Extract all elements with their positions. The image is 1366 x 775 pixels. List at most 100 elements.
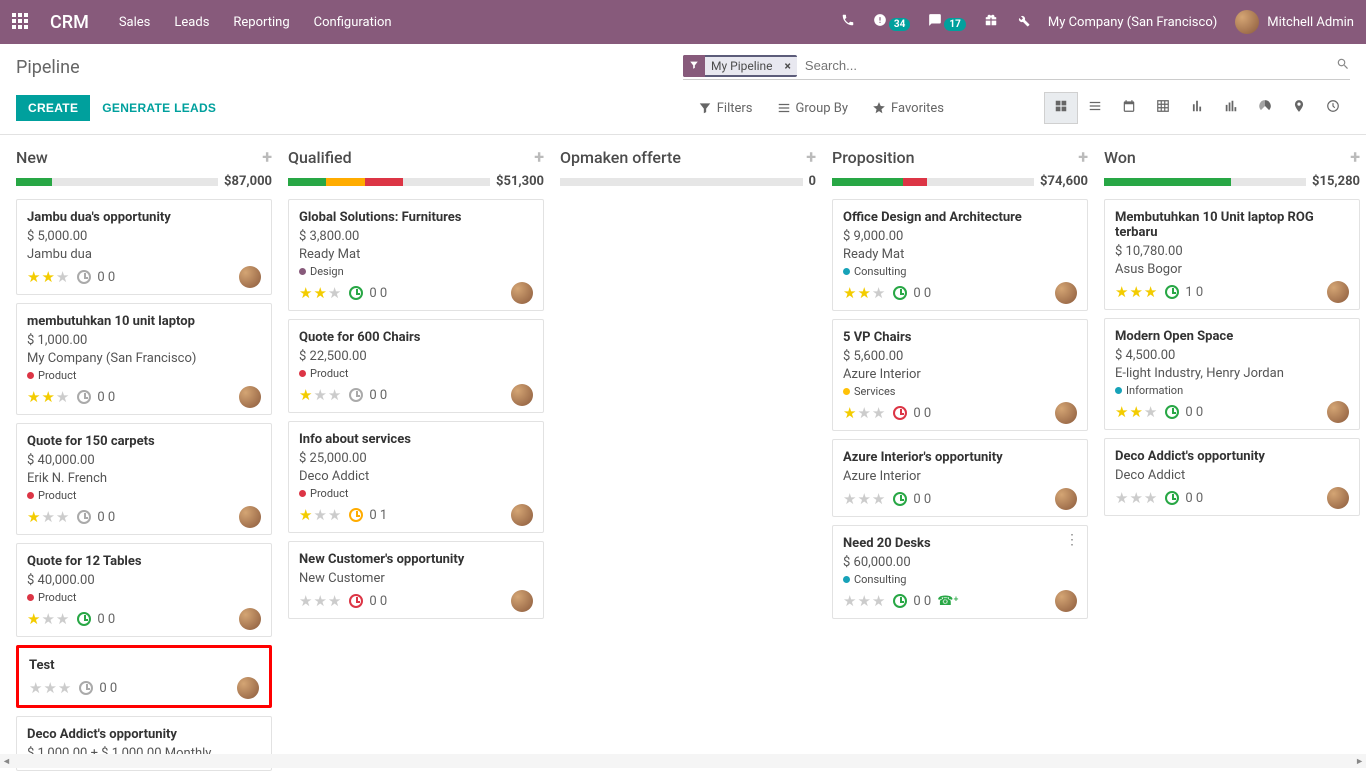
map-view-icon[interactable] [1282,92,1316,124]
kanban-card[interactable]: New Customer's opportunityNew Customer★★… [288,541,544,619]
activity-clock-icon[interactable] [349,594,363,608]
kanban-card[interactable]: ⋮Need 20 Desks$ 60,000.00Consulting★★★0 … [832,525,1088,619]
nav-item-configuration[interactable]: Configuration [314,15,392,30]
apps-icon[interactable] [12,13,30,31]
assignee-avatar-icon[interactable] [1327,487,1349,509]
assignee-avatar-icon[interactable] [1327,281,1349,303]
activity-clock-icon[interactable] [893,594,907,608]
nav-item-reporting[interactable]: Reporting [233,15,289,30]
kanban-card[interactable]: Deco Addict's opportunityDeco Addict★★★0… [1104,438,1360,516]
graph-view-icon[interactable] [1180,92,1214,124]
phone-add-icon[interactable]: ☎⁺ [937,594,958,609]
column-add-icon[interactable]: + [262,147,272,168]
assignee-avatar-icon[interactable] [1055,590,1077,612]
kanban-view-icon[interactable] [1044,92,1078,124]
cohort-view-icon[interactable] [1214,92,1248,124]
activity-clock-icon[interactable] [893,286,907,300]
activity-clock-icon[interactable] [349,286,363,300]
app-brand[interactable]: CRM [50,12,89,33]
priority-stars[interactable]: ★★★ [1115,403,1157,421]
priority-stars[interactable]: ★★★ [299,506,341,524]
priority-stars[interactable]: ★★★ [27,268,69,286]
column-add-icon[interactable]: + [534,147,544,168]
activity-clock-icon[interactable] [77,612,91,626]
activity-clock-icon[interactable] [79,681,93,695]
priority-stars[interactable]: ★★★ [843,592,885,610]
assignee-avatar-icon[interactable] [239,386,261,408]
activity-clock-icon[interactable] [893,406,907,420]
priority-stars[interactable]: ★★★ [1115,489,1157,507]
nav-item-leads[interactable]: Leads [174,15,209,30]
column-add-icon[interactable]: + [1078,147,1088,168]
assignee-avatar-icon[interactable] [239,506,261,528]
activity-icon[interactable]: 34 [873,13,910,31]
search-input[interactable] [797,54,1336,77]
assignee-avatar-icon[interactable] [1055,402,1077,424]
activity-clock-icon[interactable] [1165,285,1179,299]
list-view-icon[interactable] [1078,92,1112,124]
priority-stars[interactable]: ★★★ [843,284,885,302]
kanban-card[interactable]: Office Design and Architecture$ 9,000.00… [832,199,1088,311]
assignee-avatar-icon[interactable] [511,282,533,304]
kanban-card[interactable]: membutuhkan 10 unit laptop$ 1,000.00My C… [16,303,272,415]
activity-clock-icon[interactable] [349,388,363,402]
priority-stars[interactable]: ★★★ [27,610,69,628]
column-title[interactable]: Won [1104,148,1136,167]
kanban-card[interactable]: 5 VP Chairs$ 5,600.00Azure InteriorServi… [832,319,1088,431]
column-title[interactable]: Opmaken offerte [560,148,681,167]
assignee-avatar-icon[interactable] [1055,488,1077,510]
filters-dropdown[interactable]: Filters [698,101,753,116]
kanban-card[interactable]: Modern Open Space$ 4,500.00E-light Indus… [1104,318,1360,430]
column-title[interactable]: New [16,148,48,167]
search-icon[interactable] [1336,57,1350,75]
dashboard-view-icon[interactable] [1248,92,1282,124]
column-progress-bar[interactable] [16,178,218,186]
facet-remove[interactable]: × [779,57,797,75]
column-title[interactable]: Qualified [288,148,352,167]
kanban-card[interactable]: Quote for 12 Tables$ 40,000.00Product★★★… [16,543,272,637]
calendar-view-icon[interactable] [1112,92,1146,124]
activity-clock-icon[interactable] [1165,491,1179,505]
kanban-card[interactable]: Global Solutions: Furnitures$ 3,800.00Re… [288,199,544,311]
activity-clock-icon[interactable] [349,508,363,522]
company-selector[interactable]: My Company (San Francisco) [1048,15,1217,30]
card-menu-icon[interactable]: ⋮ [1065,532,1079,548]
kanban-card[interactable]: Quote for 600 Chairs$ 22,500.00Product★★… [288,319,544,413]
groupby-dropdown[interactable]: Group By [777,101,849,116]
kanban-card[interactable]: Azure Interior's opportunityAzure Interi… [832,439,1088,517]
horizontal-scrollbar[interactable]: ◄► [0,754,1366,768]
kanban-card[interactable]: Test★★★0 0 [16,645,272,708]
create-button[interactable]: CREATE [16,95,90,121]
wrench-icon[interactable] [1016,13,1030,31]
priority-stars[interactable]: ★★★ [299,284,341,302]
assignee-avatar-icon[interactable] [239,266,261,288]
priority-stars[interactable]: ★★★ [843,490,885,508]
activity-clock-icon[interactable] [77,510,91,524]
assignee-avatar-icon[interactable] [239,608,261,630]
priority-stars[interactable]: ★★★ [29,679,71,697]
kanban-card[interactable]: Jambu dua's opportunity$ 5,000.00Jambu d… [16,199,272,295]
assignee-avatar-icon[interactable] [511,504,533,526]
column-progress-bar[interactable] [832,178,1034,186]
priority-stars[interactable]: ★★★ [843,404,885,422]
nav-item-sales[interactable]: Sales [119,15,151,30]
priority-stars[interactable]: ★★★ [27,508,69,526]
assignee-avatar-icon[interactable] [511,384,533,406]
priority-stars[interactable]: ★★★ [1115,283,1157,301]
pivot-view-icon[interactable] [1146,92,1180,124]
priority-stars[interactable]: ★★★ [27,388,69,406]
kanban-card[interactable]: Info about services$ 25,000.00Deco Addic… [288,421,544,533]
favorites-dropdown[interactable]: Favorites [872,101,944,116]
activity-clock-icon[interactable] [77,390,91,404]
column-progress-bar[interactable] [288,178,490,186]
activity-clock-icon[interactable] [893,492,907,506]
assignee-avatar-icon[interactable] [511,590,533,612]
column-progress-bar[interactable] [560,178,803,186]
column-add-icon[interactable]: + [1350,147,1360,168]
priority-stars[interactable]: ★★★ [299,386,341,404]
messaging-icon[interactable]: 17 [928,13,965,31]
kanban-card[interactable]: Membutuhkan 10 Unit laptop ROG terbaru$ … [1104,199,1360,310]
phone-icon[interactable] [841,13,855,31]
column-title[interactable]: Proposition [832,148,915,167]
gift-icon[interactable] [984,13,998,31]
